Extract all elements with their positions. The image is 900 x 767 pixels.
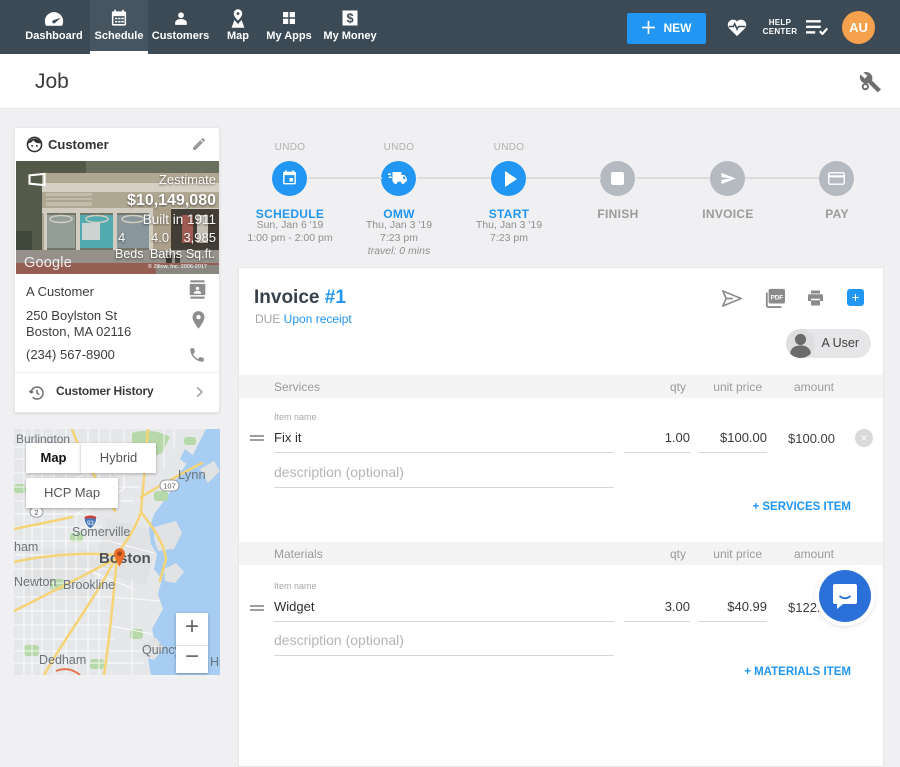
svg-text:2: 2 [34, 508, 38, 517]
svg-text:$: $ [346, 11, 353, 26]
svg-text:PDF: PDF [770, 294, 783, 301]
svg-text:107: 107 [163, 482, 176, 491]
